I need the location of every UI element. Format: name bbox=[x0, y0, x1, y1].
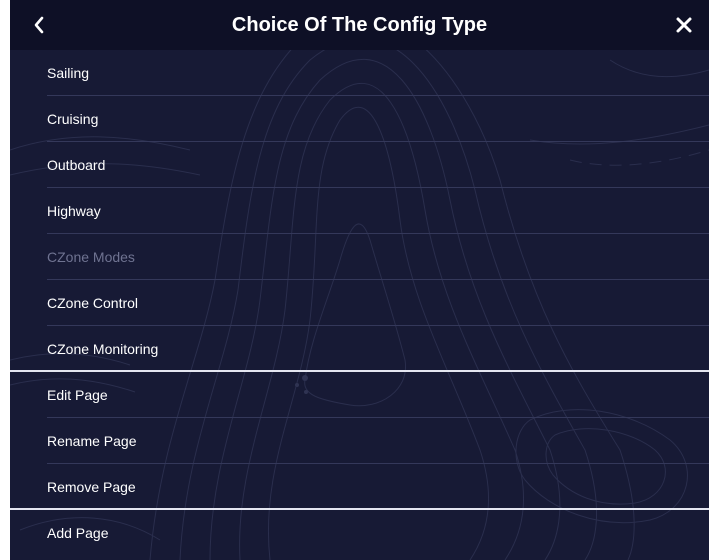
menu-item-edit-page[interactable]: Edit Page bbox=[10, 372, 709, 418]
config-type-menu: Sailing Cruising Outboard Highway CZone … bbox=[10, 50, 709, 556]
close-button[interactable] bbox=[669, 10, 699, 40]
menu-item-label: Add Page bbox=[47, 525, 109, 541]
menu-item-highway[interactable]: Highway bbox=[10, 188, 709, 234]
menu-item-cruising[interactable]: Cruising bbox=[10, 96, 709, 142]
menu-item-label: CZone Monitoring bbox=[47, 341, 159, 357]
menu-item-label: Outboard bbox=[47, 157, 106, 173]
menu-item-label: Edit Page bbox=[47, 387, 108, 403]
menu-item-label: Rename Page bbox=[47, 433, 137, 449]
menu-item-czone-control[interactable]: CZone Control bbox=[10, 280, 709, 326]
menu-item-label: Cruising bbox=[47, 111, 99, 127]
menu-item-rename-page[interactable]: Rename Page bbox=[10, 418, 709, 464]
config-type-panel: Choice Of The Config Type Sailing Cruisi… bbox=[10, 0, 709, 560]
header-bar: Choice Of The Config Type bbox=[10, 0, 709, 50]
menu-item-czone-monitoring[interactable]: CZone Monitoring bbox=[10, 326, 709, 372]
screen: Choice Of The Config Type Sailing Cruisi… bbox=[0, 0, 709, 560]
menu-item-sailing[interactable]: Sailing bbox=[10, 50, 709, 96]
menu-item-label: Remove Page bbox=[47, 479, 136, 495]
menu-item-label: CZone Control bbox=[47, 295, 139, 311]
close-icon bbox=[676, 17, 692, 33]
menu-item-remove-page[interactable]: Remove Page bbox=[10, 464, 709, 510]
menu-item-label: CZone Modes bbox=[47, 249, 135, 265]
page-title: Choice Of The Config Type bbox=[231, 14, 488, 36]
menu-item-czone-modes: CZone Modes bbox=[10, 234, 709, 280]
menu-item-label: Sailing bbox=[47, 65, 90, 81]
back-button[interactable] bbox=[24, 10, 54, 40]
chevron-left-icon bbox=[34, 16, 44, 34]
menu-item-outboard[interactable]: Outboard bbox=[10, 142, 709, 188]
menu-item-label: Highway bbox=[47, 203, 101, 219]
menu-item-add-page[interactable]: Add Page bbox=[10, 510, 709, 556]
